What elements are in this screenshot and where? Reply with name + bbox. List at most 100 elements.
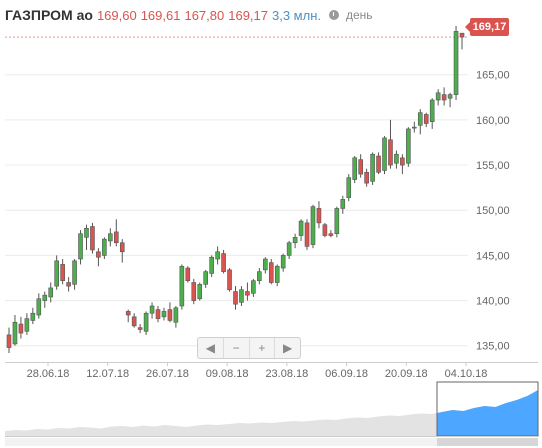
candle-body xyxy=(108,233,113,242)
candle xyxy=(268,259,274,285)
candle xyxy=(364,168,369,187)
candle-body xyxy=(96,251,101,258)
candle-body xyxy=(209,256,214,274)
navigator[interactable] xyxy=(5,381,539,446)
candle xyxy=(60,259,65,285)
candle-body xyxy=(292,237,298,244)
candle-body xyxy=(203,271,208,285)
candle xyxy=(453,25,459,101)
y-tick-label: 140,00 xyxy=(476,296,510,308)
candle-body xyxy=(233,291,238,305)
candle-body xyxy=(400,157,405,166)
candle xyxy=(6,327,12,353)
candle-body xyxy=(66,282,71,287)
candle xyxy=(84,224,89,250)
y-tick-label: 160,00 xyxy=(476,115,510,127)
candle xyxy=(161,307,167,321)
candle-body xyxy=(370,153,375,182)
x-tick-label: 28.06.18 xyxy=(27,368,70,380)
candle xyxy=(251,278,256,297)
candle xyxy=(400,154,405,175)
candle-body xyxy=(268,262,274,283)
candle-body xyxy=(310,206,316,245)
candle-body xyxy=(286,242,292,256)
candle-body xyxy=(263,258,268,271)
zoom-in-button[interactable]: + xyxy=(250,338,276,358)
candle xyxy=(429,98,435,129)
candle xyxy=(96,248,101,267)
candle xyxy=(42,291,48,308)
candle-body xyxy=(54,260,59,287)
candle xyxy=(310,204,316,249)
candle-body xyxy=(191,282,197,301)
candle-body xyxy=(197,284,203,300)
candle-body xyxy=(42,294,48,301)
candle-body xyxy=(113,231,119,244)
candle-body xyxy=(412,126,417,129)
candle-body xyxy=(6,334,12,348)
candle xyxy=(36,293,42,319)
candle-body xyxy=(340,199,346,209)
candle-body xyxy=(280,255,286,269)
candle-body xyxy=(376,155,381,173)
candle xyxy=(263,257,268,274)
y-tick-label: 135,00 xyxy=(476,341,510,353)
scroll-right-button[interactable]: ▶ xyxy=(275,338,300,358)
candle-body xyxy=(459,32,465,38)
candle-body xyxy=(72,260,77,285)
candle xyxy=(221,249,226,274)
candle xyxy=(239,286,244,306)
candle xyxy=(280,253,286,272)
candle xyxy=(382,136,387,175)
candle-body xyxy=(143,312,149,332)
candle xyxy=(209,255,214,278)
candle xyxy=(108,228,113,247)
candle-body xyxy=(257,271,262,281)
candle xyxy=(394,150,399,169)
candle-body xyxy=(90,226,95,251)
candle xyxy=(155,305,161,323)
candle-body xyxy=(155,309,161,319)
candle-body xyxy=(227,269,232,291)
candle xyxy=(113,219,119,247)
scroll-left-button[interactable]: ◀ xyxy=(198,338,224,358)
candle-body xyxy=(60,264,65,281)
candle-body xyxy=(316,208,322,224)
candle-body xyxy=(328,233,334,236)
candle-body xyxy=(352,157,358,180)
candle xyxy=(316,201,322,229)
candle xyxy=(90,222,95,254)
candle-body xyxy=(12,321,18,345)
candle-body xyxy=(137,327,143,330)
last-price-badge: 169,17 xyxy=(465,18,509,36)
candle-body xyxy=(239,289,244,303)
candle-body xyxy=(334,208,340,235)
candle-body xyxy=(394,153,399,164)
zoom-out-button[interactable]: − xyxy=(224,338,250,358)
candle-body xyxy=(78,233,83,260)
candle xyxy=(346,174,352,202)
candle xyxy=(191,278,197,305)
candle xyxy=(12,315,18,346)
candle xyxy=(423,112,429,128)
candle xyxy=(125,309,131,323)
candle-body xyxy=(417,112,423,126)
y-axis: 135,00 140,00 145,00 150,00 155,00 160,00 165,… xyxy=(476,70,510,353)
candle-body xyxy=(429,99,435,122)
candle-body xyxy=(346,177,352,198)
candle-body xyxy=(423,114,429,124)
candle-body xyxy=(406,128,411,164)
candle xyxy=(131,313,137,328)
candle xyxy=(54,255,59,290)
navigator-scrollbar-thumb xyxy=(437,438,538,446)
y-tick-label: 150,00 xyxy=(476,205,510,217)
candle xyxy=(143,311,149,335)
candle-body xyxy=(304,222,310,247)
candle-body xyxy=(358,159,363,175)
candle-body xyxy=(131,316,137,327)
candle xyxy=(24,313,30,335)
candle-body xyxy=(119,242,125,253)
candle-body xyxy=(245,291,250,296)
y-tick-label: 165,00 xyxy=(476,70,510,82)
candle xyxy=(233,286,238,310)
